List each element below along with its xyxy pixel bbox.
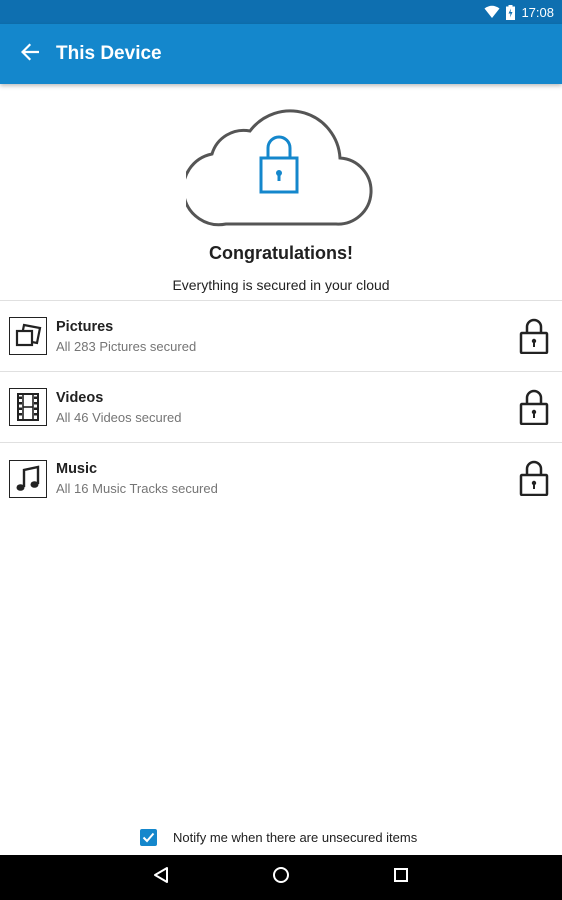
list-item-subtitle: All 16 Music Tracks secured (56, 481, 218, 496)
lock-icon (519, 318, 549, 355)
recents-square-icon (393, 867, 409, 888)
list-item-title: Music (56, 461, 98, 477)
notify-option[interactable]: Notify me when there are unsecured items (140, 828, 417, 846)
nav-recents-button[interactable] (371, 855, 431, 900)
nav-back-button[interactable] (131, 855, 191, 900)
lock-icon (519, 389, 549, 426)
lock-icon (519, 460, 549, 497)
film-icon (9, 388, 47, 426)
status-bar: 17:08 (0, 0, 562, 24)
arrow-back-icon (20, 42, 40, 66)
list-item-pictures[interactable]: Pictures All 283 Pictures secured (0, 301, 562, 372)
music-note-icon (9, 459, 47, 498)
list-item-subtitle: All 283 Pictures secured (56, 338, 197, 354)
app-bar: This Device (0, 24, 562, 84)
notify-checkbox[interactable] (140, 828, 157, 846)
notify-label: Notify me when there are unsecured items (173, 829, 418, 845)
congratulations-heading: Congratulations! (209, 243, 353, 263)
nav-home-button[interactable] (251, 855, 311, 900)
cloud-lock-icon (181, 98, 376, 228)
list-item-title: Videos (56, 389, 104, 406)
pictures-icon (9, 317, 47, 355)
home-circle-icon (272, 866, 290, 889)
page-title: This Device (56, 43, 162, 64)
status-time: 17:08 (521, 4, 554, 20)
wifi-icon (484, 5, 500, 19)
navigation-bar (0, 855, 562, 900)
list-item-subtitle: All 46 Videos secured (56, 409, 182, 425)
list-item-music[interactable]: Music All 16 Music Tracks secured (0, 443, 562, 514)
back-button[interactable] (0, 24, 60, 84)
hero-illustration (0, 98, 562, 228)
list-item-videos[interactable]: Videos All 46 Videos secured (0, 372, 562, 443)
media-list: Pictures All 283 Pictures secured Videos… (0, 300, 562, 514)
back-triangle-icon (152, 866, 170, 889)
secured-message: Everything is secured in your cloud (172, 277, 390, 293)
battery-charging-icon (506, 4, 516, 20)
list-item-title: Pictures (56, 318, 114, 335)
